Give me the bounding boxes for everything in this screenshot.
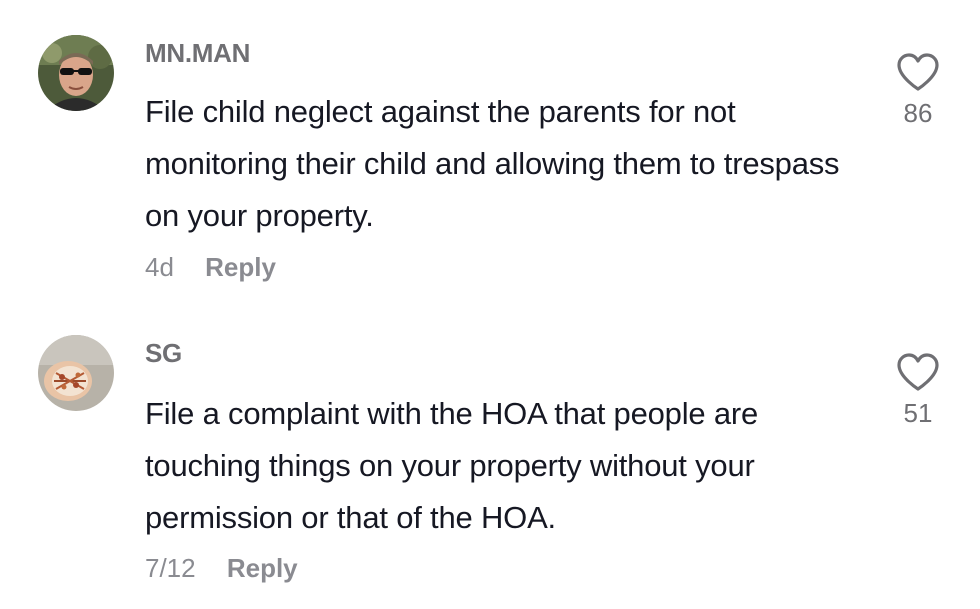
comment-date: 4d <box>145 252 174 282</box>
heart-icon <box>897 353 939 391</box>
comment-text: File a complaint with the HOA that peopl… <box>145 396 759 535</box>
comment-item: MN.MAN File child neglect against the pa… <box>0 0 980 300</box>
comment-meta: 4d Reply <box>145 252 276 283</box>
reply-button[interactable]: Reply <box>205 252 276 282</box>
comment-item: SG File a complaint with the HOA that pe… <box>0 300 980 609</box>
avatar[interactable] <box>38 35 114 111</box>
reply-button[interactable]: Reply <box>227 553 298 583</box>
man-with-sunglasses-avatar-icon <box>38 35 114 111</box>
comment-date: 7/12 <box>145 553 196 583</box>
heart-icon <box>897 53 939 91</box>
avatar[interactable] <box>38 335 114 411</box>
like-count: 86 <box>903 98 933 128</box>
comment-meta: 7/12 Reply <box>145 553 298 584</box>
seashell-avatar-icon <box>38 335 114 411</box>
username[interactable]: SG <box>145 338 182 369</box>
like-count: 51 <box>903 398 933 428</box>
like-button[interactable]: 86 <box>888 52 948 129</box>
like-button[interactable]: 51 <box>888 352 948 429</box>
comment-text: File child neglect against the parents f… <box>145 94 840 233</box>
username[interactable]: MN.MAN <box>145 38 250 69</box>
